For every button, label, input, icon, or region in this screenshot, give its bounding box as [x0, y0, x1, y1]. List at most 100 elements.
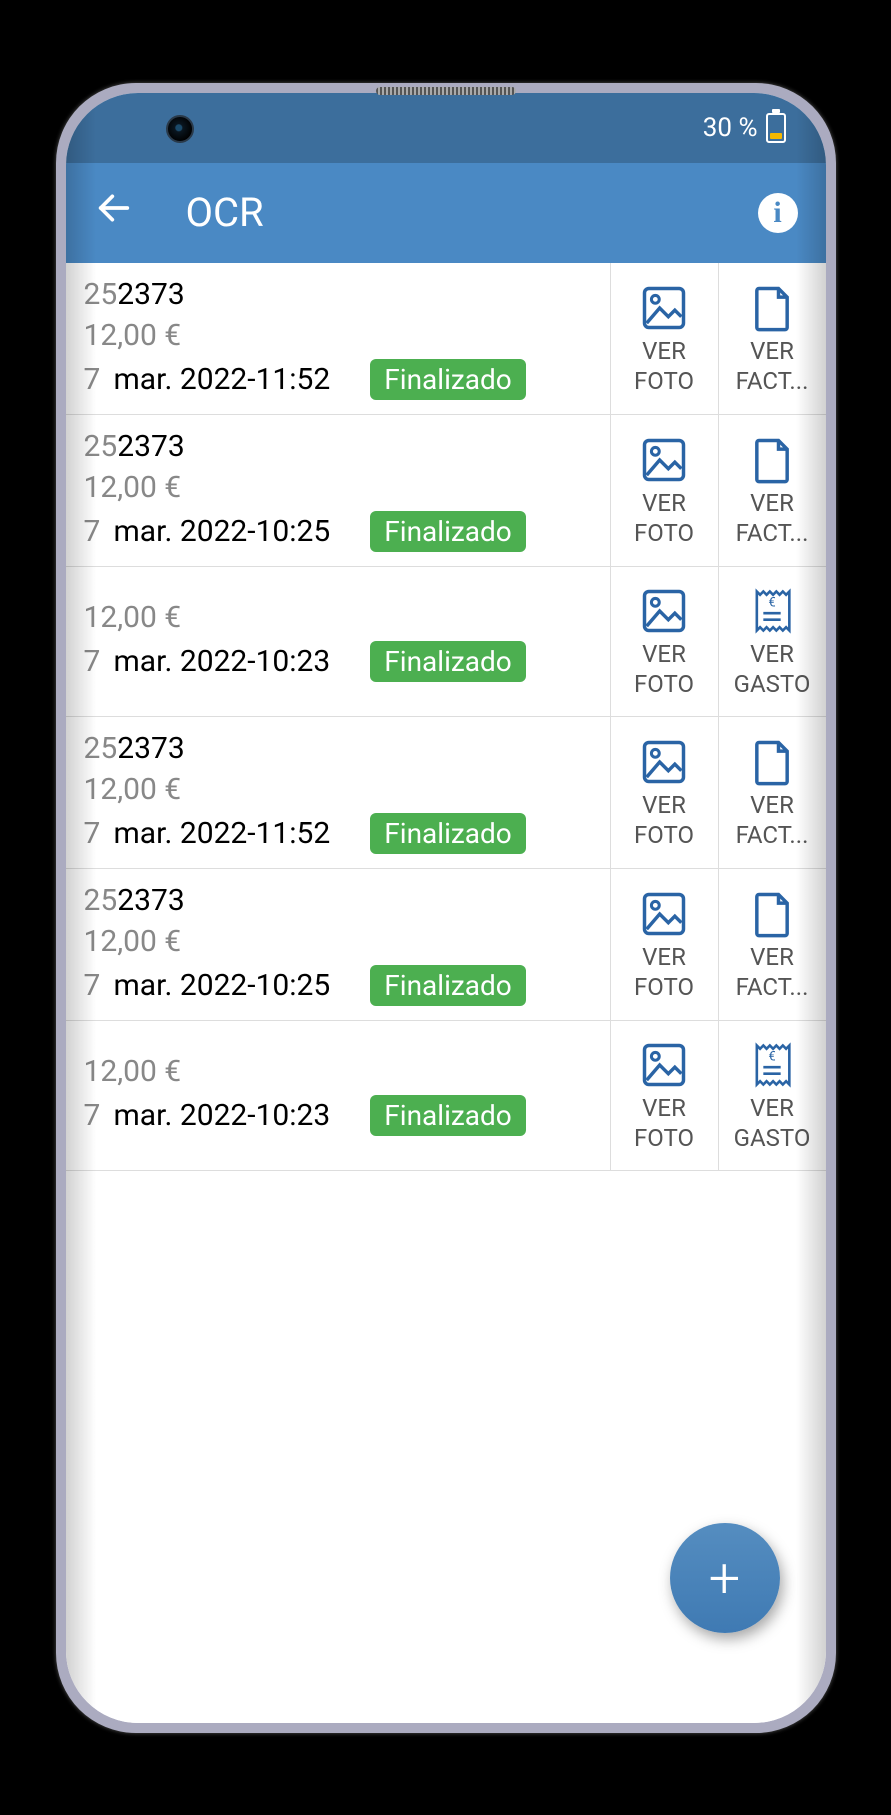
action-label: FOTO — [613, 822, 716, 848]
action-label: FOTO — [613, 671, 716, 697]
list-row: 25237312,00 €7 mar. 2022-11:52Finalizado… — [66, 717, 826, 869]
view-invoice-button[interactable]: VER FACT... — [718, 263, 826, 414]
view-photo-button[interactable]: VER FOTO — [610, 1021, 718, 1170]
action-label: FACT... — [721, 368, 824, 394]
row-id-prefix: 25 — [84, 731, 118, 766]
view-invoice-button[interactable]: VER FACT... — [718, 415, 826, 566]
status-badge: Finalizado — [370, 511, 525, 552]
status-badge: Finalizado — [370, 965, 525, 1006]
row-actions: VERFOTOVERFACT... — [610, 415, 826, 566]
row-info: 252373 12,00 € 7 mar. 2022-10:25 Finalizado — [66, 869, 610, 1020]
view-photo-button[interactable]: VER FOTO — [610, 869, 718, 1020]
action-label: GASTO — [721, 671, 824, 697]
row-date-line: 7 mar. 2022-10:25Finalizado — [84, 511, 610, 552]
row-date: 7 mar. 2022-10:23 — [84, 644, 331, 679]
status-bar: 30 % — [66, 93, 826, 163]
action-label: VER — [613, 641, 716, 667]
battery-icon — [766, 113, 786, 143]
action-label: FACT... — [721, 822, 824, 848]
row-date: 7 mar. 2022-11:52 — [84, 362, 331, 397]
app-title: OCR — [186, 189, 706, 236]
status-badge: Finalizado — [370, 641, 525, 682]
row-id-prefix: 25 — [84, 883, 118, 918]
row-amount: 12,00 € — [84, 318, 610, 353]
action-label: VER — [721, 1095, 824, 1121]
action-label: FACT... — [721, 974, 824, 1000]
document-icon — [746, 434, 798, 486]
row-id-suffix: 2373 — [117, 429, 184, 464]
receipt-icon — [746, 585, 798, 637]
status-badge: Finalizado — [370, 813, 525, 854]
action-label: VER — [613, 1095, 716, 1121]
row-actions: VERFOTOVERFACT... — [610, 717, 826, 868]
action-label: FOTO — [613, 520, 716, 546]
row-id-suffix: 2373 — [117, 883, 184, 918]
action-label: VER — [721, 944, 824, 970]
action-label: VER — [613, 490, 716, 516]
view-photo-button[interactable]: VER FOTO — [610, 415, 718, 566]
phone-frame: 30 % OCR i 25237312,00 €7 mar. 2022-11:5… — [56, 83, 836, 1733]
view-invoice-button[interactable]: VER FACT... — [718, 869, 826, 1020]
image-icon — [638, 736, 690, 788]
list-content: 25237312,00 €7 mar. 2022-11:52Finalizado… — [66, 263, 826, 1723]
action-label: FACT... — [721, 520, 824, 546]
view-photo-button[interactable]: VER FOTO — [610, 263, 718, 414]
status-badge: Finalizado — [370, 1095, 525, 1136]
list-row: 12,00 €7 mar. 2022-10:23FinalizadoVERFOT… — [66, 1021, 826, 1171]
row-date-line: 7 mar. 2022-10:23 Finalizado — [84, 641, 610, 682]
image-icon — [638, 282, 690, 334]
phone-speaker — [376, 87, 516, 95]
info-button[interactable]: i — [758, 193, 798, 233]
action-label: VER — [721, 792, 824, 818]
view-invoice-button[interactable]: VER FACT... — [718, 717, 826, 868]
row-id-prefix: 25 — [84, 429, 118, 464]
front-camera — [166, 115, 194, 143]
action-label: VER — [613, 338, 716, 364]
image-icon — [638, 1039, 690, 1091]
action-label: GASTO — [721, 1125, 824, 1151]
back-button[interactable] — [94, 187, 134, 239]
view-photo-button[interactable]: VER FOTO — [610, 717, 718, 868]
row-actions: VERFOTOVERFACT... — [610, 869, 826, 1020]
action-label: FOTO — [613, 368, 716, 394]
row-amount: 12,00 € — [84, 1054, 610, 1089]
row-date-line: 7 mar. 2022-11:52Finalizado — [84, 359, 610, 400]
battery-indicator: 30 % — [703, 113, 786, 143]
row-date: 7 mar. 2022-11:52 — [84, 816, 331, 851]
row-id-prefix: 25 — [84, 277, 118, 312]
view-expense-button[interactable]: VERGASTO — [718, 567, 826, 716]
row-amount: 12,00 € — [84, 470, 610, 505]
row-info: 25237312,00 €7 mar. 2022-11:52Finalizado — [66, 717, 610, 868]
row-date-line: 7 mar. 2022-10:23Finalizado — [84, 1095, 610, 1136]
action-label: VER — [613, 792, 716, 818]
row-info: 252373 12,00 € 7 mar. 2022-11:52Finalizado — [66, 263, 610, 414]
row-actions: VERFOTOVERFACT... — [610, 263, 826, 414]
row-amount: 12,00 € — [84, 924, 610, 959]
list-row: 252373 12,00 € 7 mar. 2022-10:25 Finalizado… — [66, 869, 826, 1021]
action-label: FOTO — [613, 974, 716, 1000]
row-info: 12,00 € 7 mar. 2022-10:23Finalizado — [66, 1021, 610, 1170]
image-icon — [638, 434, 690, 486]
row-id: 252373 — [84, 277, 610, 312]
row-amount: 12,00 € — [84, 772, 610, 807]
action-label: VER — [721, 338, 824, 364]
fab-add-button[interactable]: + — [670, 1523, 780, 1633]
list-row: 252373 12,00 € 7 mar. 2022-10:25Finalizado… — [66, 415, 826, 567]
row-date: 7 mar. 2022-10:25 — [84, 968, 331, 1003]
action-label: VER — [613, 944, 716, 970]
view-expense-button[interactable]: VER GASTO — [718, 1021, 826, 1170]
row-id-suffix: 2373 — [117, 277, 184, 312]
action-label: FOTO — [613, 1125, 716, 1151]
list-row: 12,00 €7 mar. 2022-10:23FinalizadoVERFOT… — [66, 567, 826, 717]
row-actions: VERFOTOVERGASTO — [610, 1021, 826, 1170]
app-bar: OCR i — [66, 163, 826, 263]
view-photo-button[interactable]: VER FOTO — [610, 567, 718, 716]
document-icon — [746, 736, 798, 788]
row-date-line: 7 mar. 2022-11:52 Finalizado — [84, 813, 610, 854]
action-label: VER — [721, 490, 824, 516]
row-id: 252373 — [84, 429, 610, 464]
plus-icon: + — [709, 1545, 741, 1611]
battery-percent: 30 % — [703, 113, 758, 143]
row-info: 252373 12,00 € 7 mar. 2022-10:25Finalizado — [66, 415, 610, 566]
arrow-left-icon — [94, 188, 134, 228]
